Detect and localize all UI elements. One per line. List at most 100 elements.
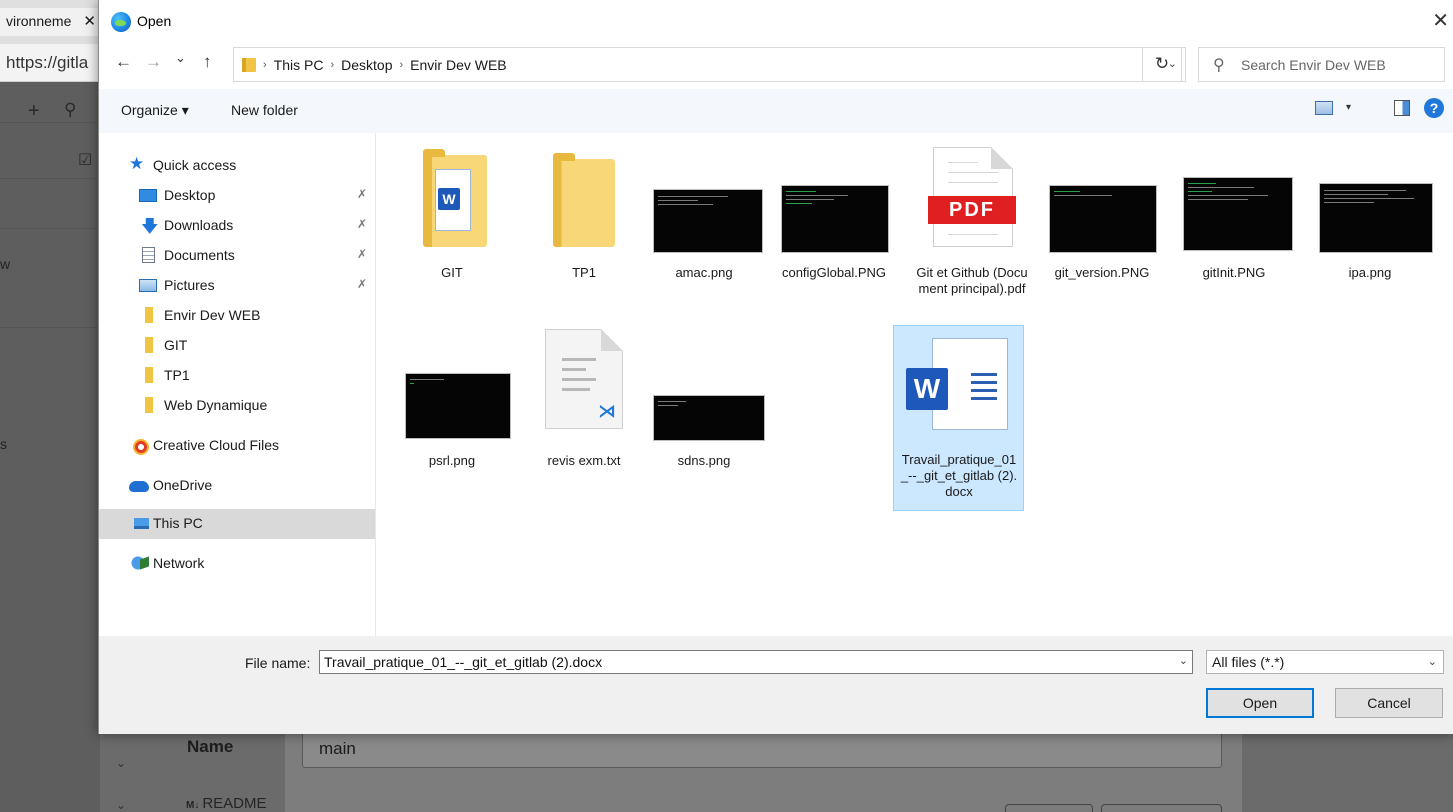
creative-cloud-icon bbox=[133, 439, 149, 455]
preview-pane-icon[interactable] bbox=[1394, 100, 1410, 116]
branch-value: main bbox=[319, 739, 356, 758]
dialog-nav-bar: ← → ⌄ ↑ › This PC › Desktop › Envir Dev … bbox=[99, 44, 1453, 84]
organize-menu[interactable]: Organize ▾ bbox=[121, 102, 189, 119]
search-icon: ⚲ bbox=[1213, 57, 1225, 74]
breadcrumb-envir-dev-web[interactable]: Envir Dev WEB bbox=[410, 57, 506, 73]
thumb-line bbox=[658, 200, 698, 201]
nav-onedrive[interactable]: OneDrive bbox=[99, 471, 375, 501]
chevron-down-icon[interactable]: ⌄ bbox=[116, 756, 126, 770]
modal-create-button[interactable] bbox=[1101, 804, 1222, 812]
file-name-input[interactable]: Travail_pratique_01_--_git_et_gitlab (2)… bbox=[319, 650, 1193, 674]
nav-web-dynamique[interactable]: Web Dynamique bbox=[99, 391, 375, 421]
word-icon: W bbox=[438, 188, 460, 210]
nav-downloads[interactable]: 🡇 Downloads ✗ bbox=[99, 211, 375, 241]
file-item-amac-png[interactable]: amac.png bbox=[639, 143, 769, 303]
document-preview-icon: W bbox=[435, 169, 471, 231]
recent-locations-icon[interactable]: ⌄ bbox=[175, 50, 186, 66]
file-item-git-version-png[interactable]: git_version.PNG bbox=[1037, 143, 1167, 303]
nav-envir-dev-web[interactable]: Envir Dev WEB bbox=[99, 301, 375, 331]
file-item-configglobal-png[interactable]: configGlobal.PNG bbox=[769, 143, 899, 303]
dialog-footer: File name: Travail_pratique_01_--_git_et… bbox=[99, 636, 1453, 734]
thumb-line bbox=[786, 191, 816, 192]
change-view-icon[interactable] bbox=[1315, 101, 1333, 115]
nav-documents[interactable]: Documents ✗ bbox=[99, 241, 375, 271]
plus-icon[interactable]: + bbox=[28, 100, 40, 123]
image-thumbnail bbox=[653, 189, 763, 253]
onedrive-icon bbox=[129, 481, 149, 492]
refresh-icon[interactable]: ↻ bbox=[1142, 47, 1182, 82]
nav-tp1[interactable]: TP1 bbox=[99, 361, 375, 391]
help-icon[interactable]: ? bbox=[1424, 98, 1444, 118]
new-folder-button[interactable]: New folder bbox=[231, 102, 298, 118]
search-input[interactable]: ⚲ Search Envir Dev WEB bbox=[1198, 47, 1445, 82]
nav-desktop[interactable]: Desktop ✗ bbox=[99, 181, 375, 211]
file-item-revis-exm-txt[interactable]: ⋊ revis exm.txt bbox=[519, 325, 649, 475]
branch-input[interactable]: main bbox=[302, 728, 1222, 768]
file-name-value: Travail_pratique_01_--_git_et_gitlab (2)… bbox=[324, 654, 603, 670]
file-item-pdf[interactable]: PDF Git et Github (Document principal).p… bbox=[907, 143, 1037, 323]
desktop-icon bbox=[139, 189, 157, 202]
file-name: Travail_pratique_01_--_git_et_gitlab (2)… bbox=[900, 452, 1018, 499]
downloads-icon: 🡇 bbox=[141, 217, 159, 236]
sidebar-divider bbox=[0, 178, 100, 179]
breadcrumb-desktop[interactable]: Desktop bbox=[341, 57, 392, 73]
nav-git[interactable]: GIT bbox=[99, 331, 375, 361]
file-item-travail-pratique-docx[interactable]: W Travail_pratique_01_--_git_et_gitlab (… bbox=[893, 325, 1024, 511]
chevron-down-icon[interactable]: ⌄ bbox=[1428, 655, 1437, 668]
chevron-down-icon[interactable]: ⌄ bbox=[116, 798, 126, 812]
file-item-tp1[interactable]: TP1 bbox=[519, 143, 649, 303]
forward-arrow-icon[interactable]: → bbox=[145, 52, 162, 72]
pin-icon[interactable]: ✗ bbox=[357, 277, 367, 291]
file-name-label: File name: bbox=[245, 655, 311, 671]
navigation-pane: ★ Quick access Desktop ✗ 🡇 Downloads ✗ D… bbox=[99, 133, 376, 636]
file-item-sdns-png[interactable]: sdns.png bbox=[639, 325, 769, 475]
nav-item-label: This PC bbox=[153, 515, 203, 531]
file-item-git[interactable]: W GIT bbox=[387, 143, 517, 303]
image-thumbnail bbox=[653, 395, 765, 441]
files-name-header: Name bbox=[187, 737, 234, 756]
tab-close-icon[interactable]: ✕ bbox=[83, 12, 96, 30]
open-button[interactable]: Open bbox=[1206, 688, 1314, 718]
up-arrow-icon[interactable]: ↑ bbox=[203, 52, 212, 72]
file-name: Git et Github (Document principal).pdf bbox=[916, 265, 1028, 296]
image-thumbnail bbox=[781, 185, 889, 253]
chevron-down-icon[interactable]: ⌄ bbox=[1179, 654, 1188, 667]
file-name: sdns.png bbox=[677, 453, 731, 468]
nav-item-label: Network bbox=[153, 555, 205, 571]
todo-icon[interactable]: ☑ bbox=[78, 150, 92, 170]
file-name: git_version.PNG bbox=[1054, 265, 1150, 280]
search-icon[interactable]: ⚲ bbox=[64, 100, 76, 120]
nav-item-label: Desktop bbox=[164, 187, 216, 203]
thumb-line bbox=[1188, 187, 1254, 188]
image-thumbnail bbox=[1049, 185, 1157, 253]
image-thumbnail bbox=[1319, 183, 1433, 253]
folder-icon bbox=[553, 153, 615, 247]
file-type-select[interactable]: All files (*.*) ⌄ bbox=[1206, 650, 1444, 674]
browser-tab[interactable]: vironneme ✕ bbox=[0, 8, 100, 36]
nav-quick-access[interactable]: ★ Quick access bbox=[99, 151, 375, 181]
thumb-line bbox=[786, 195, 848, 196]
nav-item-label: Creative Cloud Files bbox=[153, 437, 280, 453]
page-line bbox=[948, 182, 998, 183]
view-options-dropdown[interactable]: ▾ bbox=[1346, 102, 1351, 113]
modal-cancel-button[interactable] bbox=[1005, 804, 1093, 812]
address-breadcrumb[interactable]: › This PC › Desktop › Envir Dev WEB ⌄ bbox=[233, 47, 1186, 82]
nav-creative-cloud-files[interactable]: Creative Cloud Files bbox=[99, 431, 375, 461]
nav-this-pc[interactable]: This PC bbox=[99, 509, 375, 539]
breadcrumb-this-pc[interactable]: This PC bbox=[274, 57, 324, 73]
pin-icon[interactable]: ✗ bbox=[357, 187, 367, 201]
close-icon[interactable]: ✕ bbox=[1432, 8, 1449, 33]
readme-row[interactable]: M↓ README bbox=[186, 795, 267, 812]
pin-icon[interactable]: ✗ bbox=[357, 247, 367, 261]
file-name: gitInit.PNG bbox=[1202, 265, 1266, 280]
file-item-ipa-png[interactable]: ipa.png bbox=[1305, 143, 1435, 303]
file-item-psrl-png[interactable]: psrl.png bbox=[387, 325, 517, 475]
file-item-gitinit-png[interactable]: gitInit.PNG bbox=[1169, 143, 1299, 303]
back-arrow-icon[interactable]: ← bbox=[115, 52, 132, 72]
sidebar-divider bbox=[0, 327, 100, 328]
pin-icon[interactable]: ✗ bbox=[357, 217, 367, 231]
nav-network[interactable]: Network bbox=[99, 549, 375, 579]
markdown-icon: M↓ bbox=[186, 800, 200, 811]
nav-pictures[interactable]: Pictures ✗ bbox=[99, 271, 375, 301]
cancel-button[interactable]: Cancel bbox=[1335, 688, 1443, 718]
